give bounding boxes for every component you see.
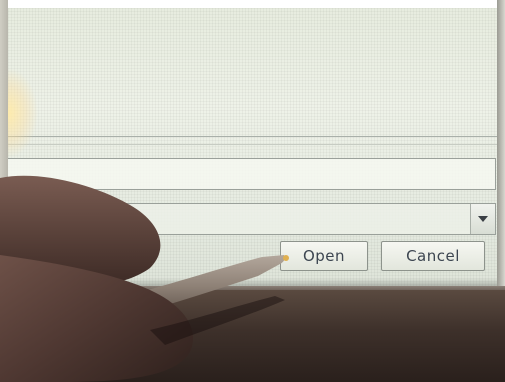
device-bezel <box>0 290 505 382</box>
file-list[interactable] <box>8 8 505 137</box>
file-open-dialog: Open Cancel <box>0 8 505 294</box>
photo-of-touchscreen: Open Cancel <box>0 0 505 382</box>
dropdown-button[interactable] <box>470 204 495 234</box>
bezel-left <box>0 0 8 300</box>
chevron-down-icon <box>478 216 488 222</box>
file-type-select[interactable] <box>8 203 496 235</box>
filename-input[interactable] <box>8 158 496 190</box>
bezel-right <box>497 0 505 300</box>
open-button[interactable]: Open <box>280 241 368 271</box>
divider <box>8 144 505 145</box>
cancel-button[interactable]: Cancel <box>381 241 485 271</box>
